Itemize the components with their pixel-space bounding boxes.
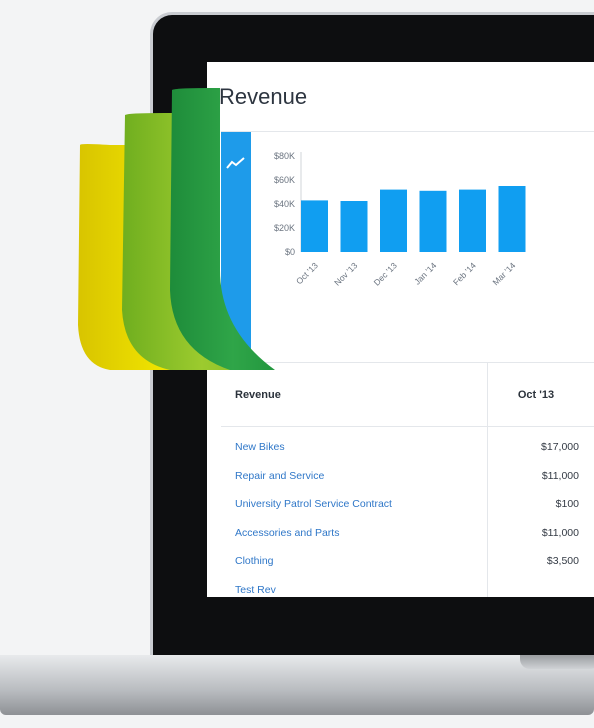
row-amount: $11,000	[541, 469, 579, 482]
laptop-notch	[520, 655, 594, 669]
y-tick-label: $0	[285, 247, 295, 257]
row-link-university-patrol[interactable]: University Patrol Service Contract	[235, 498, 392, 510]
x-tick-label: Dec '13	[372, 260, 399, 287]
bar[interactable]	[301, 200, 328, 252]
row-link-accessories-and-parts[interactable]: Accessories and Parts	[235, 527, 339, 539]
row-link-repair-and-service[interactable]: Repair and Service	[235, 470, 324, 482]
bar[interactable]	[459, 189, 486, 252]
column-header-month[interactable]: Oct '13	[491, 389, 581, 401]
table-body: New Bikes $17,000 Repair and Service $11…	[221, 437, 594, 597]
laptop-base	[0, 655, 594, 715]
bar[interactable]	[380, 189, 407, 252]
row-amount: $17,000	[541, 441, 579, 453]
table-row: New Bikes $17,000	[221, 437, 594, 466]
x-tick-label: Jan '14	[412, 260, 438, 286]
bar[interactable]	[419, 190, 447, 252]
x-tick-label: Feb '14	[451, 260, 478, 287]
table-row: Clothing $3,500	[221, 551, 594, 580]
x-tick-label: Nov '13	[332, 260, 359, 287]
revenue-table: Revenue Oct '13 New Bikes $17,000 Repair…	[221, 362, 594, 597]
table-row: Test Rev	[221, 580, 594, 598]
row-amount: $3,500	[546, 555, 579, 567]
x-tick-label: Mar '14	[490, 260, 517, 287]
column-header-revenue: Revenue	[235, 389, 281, 401]
row-amount: $11,000	[541, 526, 579, 539]
bar[interactable]	[340, 201, 368, 252]
table-row: Accessories and Parts $11,000	[221, 523, 594, 552]
row-link-new-bikes[interactable]: New Bikes	[235, 441, 285, 453]
revenue-bar-chart: $0$20K$40K$60K$80KOct '13 Nov '13 Dec '13 J…	[274, 151, 526, 288]
leaf-logo-icon	[78, 88, 275, 370]
row-link-test-rev[interactable]: Test Rev	[235, 584, 276, 596]
table-row: University Patrol Service Contract $100	[221, 494, 594, 523]
x-tick-label: Oct '13	[294, 260, 320, 286]
bar[interactable]	[498, 186, 526, 252]
row-link-clothing[interactable]: Clothing	[235, 555, 274, 567]
table-row: Repair and Service $11,000	[221, 466, 594, 495]
row-amount: $100	[555, 498, 579, 510]
